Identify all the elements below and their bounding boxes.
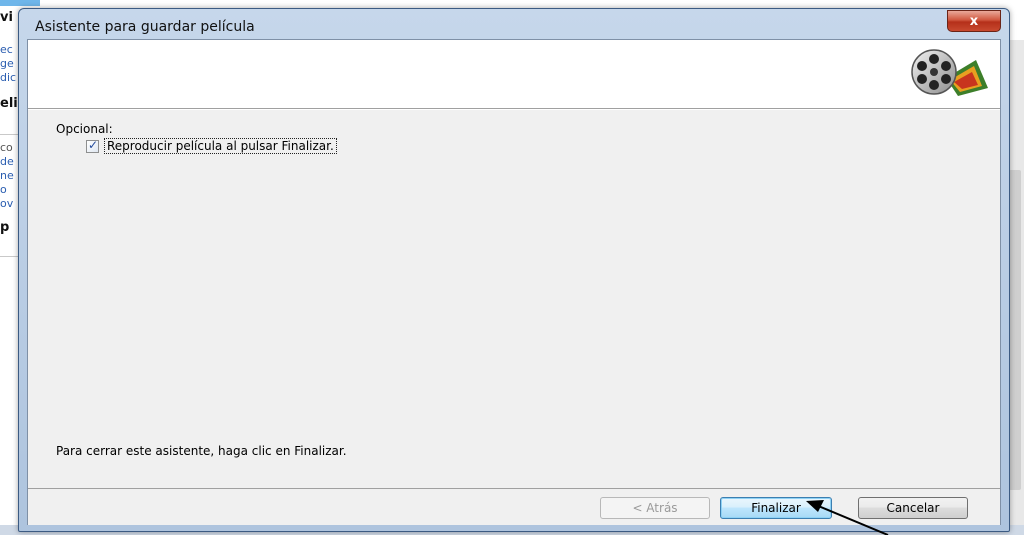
wizard-footer: < Atrás Finalizar Cancelar — [28, 489, 1000, 525]
background-link: ne — [0, 169, 14, 182]
background-link: co — [0, 141, 13, 154]
finish-instruction: Para cerrar este asistente, haga clic en… — [56, 444, 347, 458]
play-movie-checkbox[interactable]: ✓ — [86, 137, 99, 153]
optional-label: Opcional: — [56, 122, 113, 136]
background-link: o — [0, 183, 7, 196]
background-title-fragment: vi — [0, 10, 13, 25]
background-link: ov — [0, 197, 14, 210]
background-link: ge — [0, 57, 14, 70]
wizard-body: Opcional: ✓ Reproducir película al pulsa… — [28, 110, 1000, 488]
background-heading: p — [0, 220, 10, 235]
background-link: dic — [0, 71, 17, 84]
dialog-client-area: Opcional: ✓ Reproducir película al pulsa… — [27, 39, 1001, 525]
close-button[interactable]: x — [947, 10, 1001, 32]
movie-film-reel-icon — [911, 49, 988, 96]
wizard-header — [28, 40, 1000, 108]
save-movie-wizard-dialog: Asistente para guardar película x Opcion… — [18, 8, 1010, 532]
background-link: de — [0, 155, 14, 168]
background-link: ec — [0, 43, 13, 56]
background-heading: eli — [0, 96, 18, 111]
background-topbar — [0, 0, 40, 6]
play-movie-checkbox-label[interactable]: Reproducir película al pulsar Finalizar. — [104, 138, 337, 154]
dialog-title: Asistente para guardar película — [35, 19, 255, 35]
finish-button[interactable]: Finalizar — [720, 497, 832, 519]
play-movie-option[interactable]: ✓ Reproducir película al pulsar Finaliza… — [86, 138, 337, 154]
title-bar[interactable]: Asistente para guardar película x — [19, 9, 1009, 39]
back-button[interactable]: < Atrás — [600, 497, 710, 519]
cancel-button[interactable]: Cancelar — [858, 497, 968, 519]
check-icon: ✓ — [88, 137, 99, 152]
close-icon: x — [969, 13, 979, 29]
background-scrollbar — [1009, 170, 1021, 490]
